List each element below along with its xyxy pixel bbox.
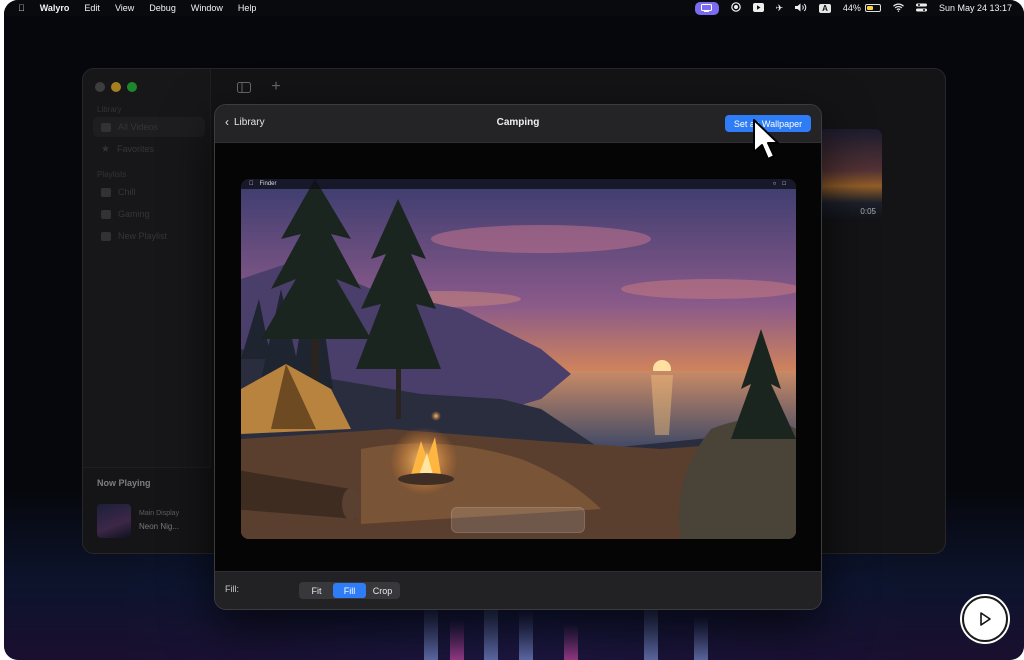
play-icon [980, 612, 991, 626]
menu-debug[interactable]: Debug [149, 3, 176, 13]
menu-bar:  Walyro Edit View Debug Window Help ✈ A [4, 0, 1024, 16]
menu-help[interactable]: Help [238, 3, 257, 13]
desktop-screen:  Walyro Edit View Debug Window Help ✈ A [4, 0, 1024, 660]
menu-view[interactable]: View [115, 3, 134, 13]
volume-icon[interactable] [795, 3, 807, 14]
wallpaper-detail-sheet: ‹ Library Camping Set as Wallpaper  Fin… [214, 104, 822, 610]
preview-apple-icon:  [249, 181, 254, 187]
sheet-header: ‹ Library Camping Set as Wallpaper [215, 105, 821, 143]
record-icon[interactable] [730, 2, 741, 14]
preview-menubar:  Finder ○□ [241, 179, 796, 189]
preview-app-name: Finder [255, 181, 277, 187]
preview-dock [451, 507, 585, 533]
wifi-icon[interactable] [893, 3, 904, 14]
preview-status-icons: ○ □ [772, 181, 786, 187]
fill-mode-label: Fill: [225, 584, 239, 594]
airplane-icon[interactable]: ✈ [776, 3, 784, 14]
walyro-status-icon[interactable] [694, 1, 719, 15]
menu-window[interactable]: Window [191, 3, 223, 13]
battery-status[interactable]: 44% [843, 3, 881, 13]
fill-option-fill[interactable]: Fill [333, 583, 366, 598]
menu-clock[interactable]: Sun May 24 13:17 [939, 3, 1012, 13]
mouse-pointer-icon [753, 119, 779, 160]
preview-area:  Finder ○□ [215, 143, 821, 573]
wallpaper-preview:  Finder ○□ [241, 179, 796, 539]
fill-mode-segmented-control: Fit Fill Crop [299, 582, 400, 599]
fill-option-fit[interactable]: Fit [300, 583, 333, 598]
battery-icon [864, 4, 881, 12]
menu-app-name[interactable]: Walyro [40, 3, 70, 13]
battery-percent: 44% [842, 3, 861, 13]
input-source[interactable]: A [819, 3, 831, 13]
menu-edit[interactable]: Edit [84, 3, 100, 13]
sheet-footer: Fill: Fit Fill Crop [215, 571, 821, 609]
media-play-icon[interactable] [752, 2, 764, 14]
play-button[interactable] [962, 596, 1008, 642]
apple-icon[interactable]:  [18, 3, 25, 13]
fill-option-crop[interactable]: Crop [366, 583, 399, 598]
control-center-icon[interactable] [915, 3, 927, 14]
camping-scene-image [241, 179, 796, 539]
